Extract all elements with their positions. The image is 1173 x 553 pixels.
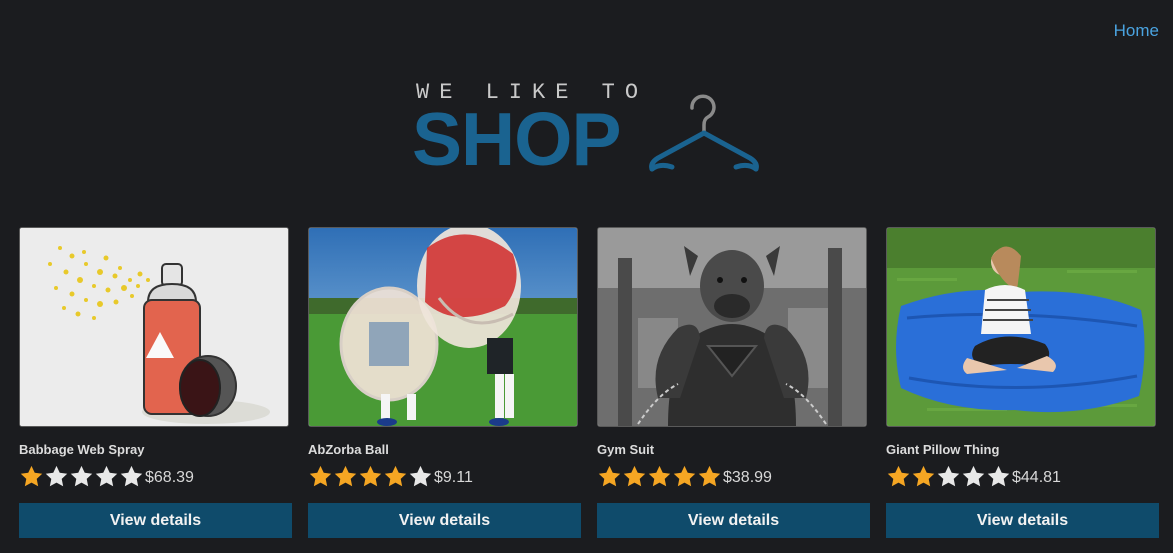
product-price: $68.39 — [145, 469, 194, 486]
star-filled-icon — [384, 465, 407, 486]
product-card: AbZorba Ball $9.11 View details — [308, 227, 581, 538]
star-filled-icon — [648, 465, 671, 486]
star-empty-icon — [95, 465, 118, 486]
home-link[interactable]: Home — [1114, 21, 1159, 41]
star-filled-icon — [623, 465, 646, 486]
star-rating — [308, 464, 433, 489]
hanger-icon — [649, 94, 759, 172]
star-empty-icon — [937, 465, 960, 486]
product-image[interactable] — [19, 227, 289, 427]
star-empty-icon — [120, 465, 143, 486]
product-price: $9.11 — [434, 469, 473, 486]
star-empty-icon — [70, 465, 93, 486]
star-filled-icon — [887, 465, 910, 486]
product-image[interactable] — [886, 227, 1156, 427]
star-empty-icon — [987, 465, 1010, 486]
star-filled-icon — [673, 465, 696, 486]
site-logo: WE LIKE TO SHOP — [412, 80, 772, 180]
star-filled-icon — [598, 465, 621, 486]
view-details-button[interactable]: View details — [19, 503, 292, 538]
product-name[interactable]: Gym Suit — [597, 443, 869, 457]
star-empty-icon — [45, 465, 68, 486]
star-filled-icon — [698, 465, 721, 486]
product-image[interactable] — [308, 227, 578, 427]
product-card: Gym Suit $38.99 View details — [597, 227, 870, 538]
star-rating — [597, 464, 722, 489]
star-empty-icon — [962, 465, 985, 486]
product-name[interactable]: Giant Pillow Thing — [886, 443, 1158, 457]
product-price: $44.81 — [1012, 469, 1061, 486]
product-card: Babbage Web Spray $68.39 View details — [19, 227, 292, 538]
view-details-button[interactable]: View details — [886, 503, 1159, 538]
star-filled-icon — [309, 465, 332, 486]
logo-title: SHOP — [412, 97, 622, 181]
product-price: $38.99 — [723, 469, 772, 486]
star-filled-icon — [334, 465, 357, 486]
star-filled-icon — [912, 465, 935, 486]
view-details-button[interactable]: View details — [308, 503, 581, 538]
star-empty-icon — [409, 465, 432, 486]
product-image[interactable] — [597, 227, 867, 427]
star-filled-icon — [20, 465, 43, 486]
star-rating — [19, 464, 144, 489]
star-rating — [886, 464, 1011, 489]
product-name[interactable]: Babbage Web Spray — [19, 443, 291, 457]
product-name[interactable]: AbZorba Ball — [308, 443, 580, 457]
view-details-button[interactable]: View details — [597, 503, 870, 538]
product-card: Giant Pillow Thing $44.81 View details — [886, 227, 1159, 538]
star-filled-icon — [359, 465, 382, 486]
